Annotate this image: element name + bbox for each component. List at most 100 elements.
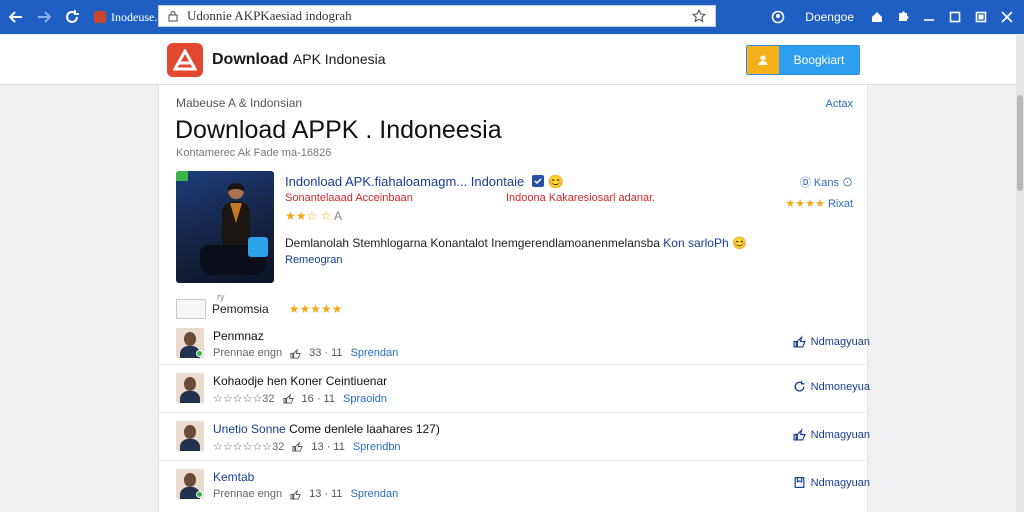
avatar	[176, 373, 204, 403]
forward-button[interactable]	[32, 5, 56, 29]
app-tag-secondary: Indoona Kakaresiosarl adanar.	[506, 192, 656, 204]
lock-icon	[168, 10, 178, 22]
logo-triangle-icon	[173, 49, 197, 71]
review-stars: ☆☆☆☆☆☆32	[213, 441, 285, 453]
app-rating-text: A	[334, 209, 343, 223]
restore-button[interactable]	[968, 4, 994, 30]
like-icon	[793, 428, 806, 441]
review-action-button[interactable]: Ndmagyuan	[793, 428, 870, 441]
row-divider	[159, 412, 867, 413]
avatar	[176, 421, 204, 451]
user-icon	[758, 55, 768, 65]
app-name-emoji: 😊	[547, 174, 564, 189]
thumb-icon	[292, 441, 304, 452]
browser-tab[interactable]: Inodeuse.	[88, 6, 163, 28]
review-stars: Prennae engn	[213, 347, 283, 359]
review-author: Penmnaz	[213, 329, 264, 343]
review-author: Unetio Sonne Come denlele laahares 127)	[213, 422, 440, 436]
site-name[interactable]: Download APK Indonesia	[212, 51, 386, 69]
arrow-right-icon	[38, 11, 51, 23]
site-header: Download APK Indonesia Boogkiart	[0, 35, 1016, 85]
review-action-button[interactable]: Ndmagyuan	[793, 476, 870, 489]
review-stars: ☆☆☆☆☆32	[213, 393, 275, 405]
app-description-text: Demlanolah Stemhlogarna Konantalot Inemg…	[285, 236, 660, 250]
row-divider	[159, 364, 867, 365]
app-badge-icon	[248, 237, 268, 257]
review-link[interactable]: Sprendbn	[353, 441, 401, 453]
thumb-icon	[290, 347, 301, 359]
verified-icon	[531, 175, 544, 187]
app-thumbnail[interactable]	[176, 171, 274, 283]
thumb-icon	[290, 488, 301, 500]
puzzle-icon	[899, 11, 909, 21]
review-link[interactable]: Spraoidn	[343, 393, 387, 405]
app-tag-primary: Sonantelaaad Acceinbaan	[285, 192, 413, 204]
browser-controls: Doengoe	[765, 0, 1024, 34]
arrow-left-icon	[9, 11, 22, 23]
reload-icon	[66, 10, 79, 23]
app-rating-stars: ★★☆ ☆	[285, 209, 332, 223]
header-button-label: Boogkiart	[779, 46, 859, 74]
content-card: Mabeuse A & Indonsian Actax Download APP…	[158, 85, 870, 512]
section-avatar	[176, 299, 206, 319]
review-link[interactable]: Sprendan	[351, 347, 399, 359]
review-action-button[interactable]: Ndmoneyua	[793, 380, 870, 393]
review-meta: Prennae engn 33 · 11 Sprendan	[213, 347, 398, 359]
review-action-label: Ndmagyuan	[810, 476, 870, 489]
page-meta: Kontamerec Ak Fade ma-16826	[176, 147, 332, 159]
address-bar[interactable]	[158, 5, 716, 27]
app-description-link[interactable]: Remeogran	[285, 254, 342, 266]
home-icon	[872, 12, 882, 22]
review-action-button[interactable]: Ndmagyuan	[793, 335, 870, 348]
app-description-emoji: 😊	[731, 236, 747, 250]
review-meta: Prennae engn 13 · 11 Sprendan	[213, 488, 398, 500]
review-meta: ☆☆☆☆☆☆32 13 · 11 Sprendbn	[213, 440, 401, 454]
close-window-button[interactable]	[994, 4, 1020, 30]
account-icon	[771, 10, 785, 24]
profile-label[interactable]: Doengoe	[805, 10, 854, 24]
header-action-button[interactable]: Boogkiart	[746, 45, 860, 75]
review-action-label: Ndmagyuan	[810, 428, 870, 441]
review-row[interactable]: Kemtab Prennae engn 13 · 11 Sprendan Ndm…	[176, 469, 870, 512]
app-name[interactable]: Indonload APK.fiahaloamagm... Indontaie …	[285, 174, 564, 190]
app-right-rating-text: Rixat	[827, 198, 853, 210]
page-title: Download APPK . Indoneesia	[175, 116, 502, 144]
minimize-icon	[924, 19, 934, 21]
bookmark-star-button[interactable]	[691, 8, 707, 24]
app-info-pill[interactable]: Ⓓ Kans ⊙	[800, 174, 853, 190]
review-author: Kemtab	[213, 470, 255, 484]
row-divider	[159, 460, 867, 461]
home-button[interactable]	[864, 4, 890, 30]
maximize-button[interactable]	[942, 4, 968, 30]
avatar	[176, 328, 204, 358]
review-action-label: Ndmagyuan	[810, 335, 870, 348]
review-author: Kohaodje hen Koner Ceintiuenar	[213, 374, 388, 388]
breadcrumb[interactable]: Mabeuse A & Indonsian	[176, 96, 302, 110]
site-name-sub: APK Indonesia	[292, 51, 386, 67]
site-name-main: Download	[212, 51, 289, 68]
account-button[interactable]	[765, 4, 791, 30]
review-stars: Prennae engn	[213, 488, 283, 500]
review-count: 16 · 11	[301, 392, 335, 405]
online-dot-icon	[196, 350, 203, 357]
minimize-button[interactable]	[916, 4, 942, 30]
like-icon	[793, 335, 806, 348]
app-right-rating-stars: ★★★★	[785, 198, 825, 210]
close-icon	[1001, 11, 1013, 23]
url-input[interactable]	[187, 8, 691, 24]
extensions-button[interactable]	[890, 4, 916, 30]
thumbnail-badge	[176, 171, 188, 181]
back-button[interactable]	[4, 5, 28, 29]
review-row[interactable]: Penmnaz Prennae engn 33 · 11 Sprendan Nd…	[176, 328, 870, 374]
thumb-icon	[283, 393, 294, 404]
reload-button[interactable]	[60, 5, 84, 29]
page-scrollbar[interactable]	[1016, 35, 1024, 512]
star-icon	[692, 9, 706, 23]
favicon-icon	[94, 11, 106, 23]
site-logo[interactable]	[167, 43, 203, 77]
scrollbar-thumb[interactable]	[1017, 95, 1023, 191]
reviews-section-title: Pemomsia	[212, 302, 269, 316]
top-action-link[interactable]: Actax	[825, 98, 853, 110]
review-count: 33 · 11	[309, 347, 343, 359]
review-link[interactable]: Sprendan	[351, 488, 399, 500]
